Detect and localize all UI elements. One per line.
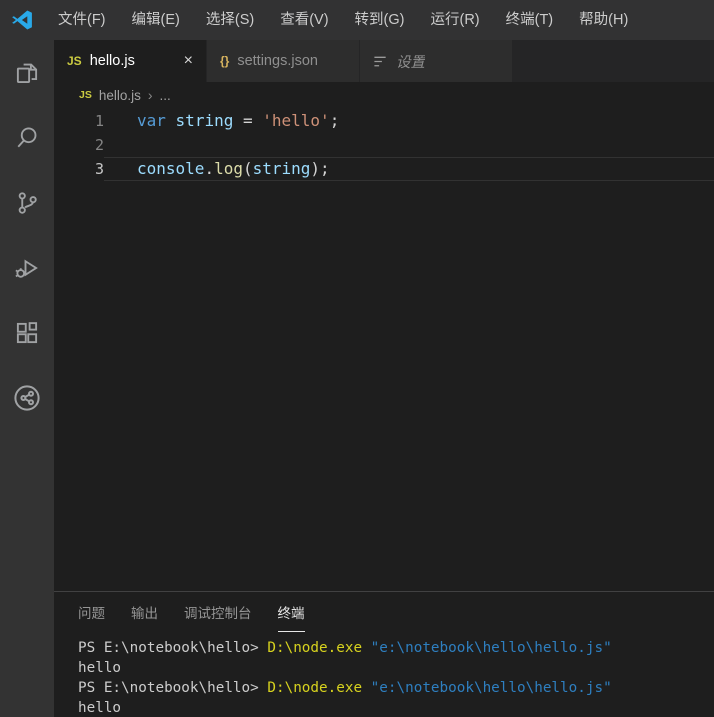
explorer-icon <box>12 58 42 88</box>
panel-tab-输出[interactable]: 输出 <box>131 592 158 632</box>
code-content <box>104 133 714 157</box>
tab-label: settings.json <box>237 53 318 69</box>
bottom-panel: 问题输出调试控制台终端 PS E:\notebook\hello> D:\nod… <box>54 591 714 717</box>
terminal-line: PS E:\notebook\hello> D:\node.exe "e:\no… <box>78 678 714 698</box>
line-number: 2 <box>54 133 104 157</box>
circled-share-icon <box>11 382 43 414</box>
code-line[interactable]: 1var string = 'hello'; <box>54 109 714 133</box>
terminal-token: hello <box>78 700 121 716</box>
activitybar-extensions-button[interactable] <box>0 300 54 365</box>
vscode-logo-icon <box>10 8 34 32</box>
code-token: ); <box>310 159 329 178</box>
panel-tab-调试控制台[interactable]: 调试控制台 <box>184 592 252 632</box>
title-bar: 文件(F)编辑(E)选择(S)查看(V)转到(G)运行(R)终端(T)帮助(H) <box>0 0 714 40</box>
activitybar-explorer-button[interactable] <box>0 40 54 105</box>
tab-label: hello.js <box>90 53 135 69</box>
code-token: string <box>176 111 234 130</box>
breadcrumb-separator-icon: › <box>148 87 153 103</box>
code-content: console.log(string); <box>104 157 714 181</box>
activitybar-search-button[interactable] <box>0 105 54 170</box>
source-control-icon <box>12 188 42 218</box>
terminal-token: "e:\notebook\hello\hello.js" <box>371 680 612 696</box>
terminal-token: "e:\notebook\hello\hello.js" <box>371 640 612 656</box>
code-token: log <box>214 159 243 178</box>
menu-item[interactable]: 转到(G) <box>342 0 418 40</box>
close-icon[interactable]: × <box>184 53 193 69</box>
terminal-token: D:\node.exe <box>267 680 370 696</box>
activitybar-circled-share-button[interactable] <box>0 365 54 430</box>
menu-item[interactable]: 终端(T) <box>493 0 567 40</box>
line-number: 3 <box>54 157 104 181</box>
activitybar-run-and-debug-button[interactable] <box>0 235 54 300</box>
menu-bar: 文件(F)编辑(E)选择(S)查看(V)转到(G)运行(R)终端(T)帮助(H) <box>45 0 641 40</box>
terminal[interactable]: PS E:\notebook\hello> D:\node.exe "e:\no… <box>54 632 714 717</box>
settings-editor-icon <box>373 54 388 69</box>
code-line[interactable]: 2 <box>54 133 714 157</box>
code-token: string <box>253 159 311 178</box>
code-editor[interactable]: 1var string = 'hello';23console.log(stri… <box>54 108 714 591</box>
js-icon: JS <box>67 54 82 68</box>
menu-item[interactable]: 帮助(H) <box>566 0 641 40</box>
code-token <box>166 111 176 130</box>
code-token: = <box>233 111 262 130</box>
terminal-line: PS E:\notebook\hello> D:\node.exe "e:\no… <box>78 638 714 658</box>
breadcrumb-more[interactable]: ... <box>160 88 171 103</box>
terminal-token: PS E:\notebook\hello> <box>78 640 267 656</box>
workbench: JS hello.js × {} settings.json 设置 JS hello.j… <box>0 40 714 717</box>
json-icon: {} <box>220 54 229 68</box>
js-file-icon: JS <box>79 89 92 101</box>
activitybar-source-control-button[interactable] <box>0 170 54 235</box>
code-line[interactable]: 3console.log(string); <box>54 157 714 181</box>
code-token: ; <box>330 111 340 130</box>
menu-item[interactable]: 编辑(E) <box>119 0 193 40</box>
terminal-line: hello <box>78 698 714 717</box>
extensions-icon <box>12 318 42 348</box>
tab--[interactable]: 设置 <box>360 40 513 82</box>
tab-hello-js[interactable]: JS hello.js × <box>54 40 207 82</box>
breadcrumb: JS hello.js › ... <box>54 82 714 108</box>
activity-bar <box>0 40 54 717</box>
terminal-token: PS E:\notebook\hello> <box>78 680 267 696</box>
line-number: 1 <box>54 109 104 133</box>
code-token: . <box>204 159 214 178</box>
code-token: console <box>137 159 204 178</box>
tab-settings-json[interactable]: {} settings.json <box>207 40 360 82</box>
editor-group: JS hello.js × {} settings.json 设置 JS hello.j… <box>54 40 714 717</box>
panel-tab-终端[interactable]: 终端 <box>278 592 305 632</box>
terminal-token: hello <box>78 660 121 676</box>
code-content: var string = 'hello'; <box>104 109 714 133</box>
code-token: ( <box>243 159 253 178</box>
code-token: 'hello' <box>262 111 329 130</box>
terminal-line: hello <box>78 658 714 678</box>
tab-label: 设置 <box>396 51 425 72</box>
code-token: var <box>137 111 166 130</box>
breadcrumb-file[interactable]: hello.js <box>99 88 141 103</box>
menu-item[interactable]: 运行(R) <box>417 0 492 40</box>
menu-item[interactable]: 文件(F) <box>45 0 119 40</box>
menu-item[interactable]: 选择(S) <box>193 0 267 40</box>
panel-tab-bar: 问题输出调试控制台终端 <box>54 592 714 632</box>
search-icon <box>12 123 42 153</box>
panel-tab-问题[interactable]: 问题 <box>78 592 105 632</box>
tab-bar: JS hello.js × {} settings.json 设置 <box>54 40 714 82</box>
run-and-debug-icon <box>12 253 42 283</box>
terminal-token: D:\node.exe <box>267 640 370 656</box>
menu-item[interactable]: 查看(V) <box>267 0 341 40</box>
